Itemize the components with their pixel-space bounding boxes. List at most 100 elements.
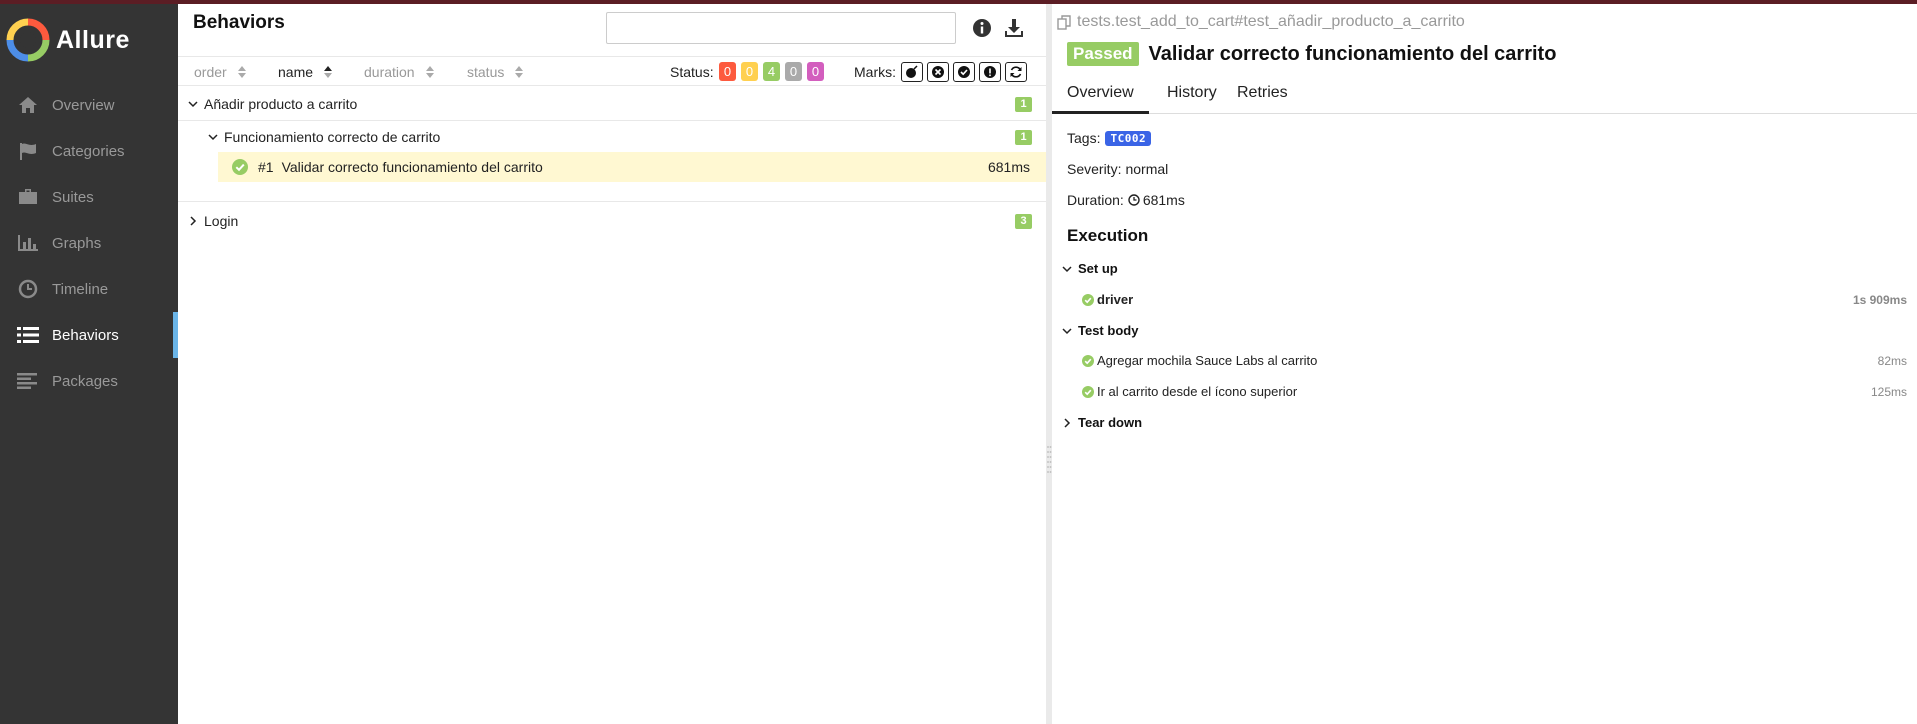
sidebar-item-behaviors[interactable]: Behaviors [0, 312, 178, 358]
stage-test-body[interactable]: Test body [1062, 323, 1138, 338]
flag-icon [16, 141, 40, 161]
mark-new-passed-toggle[interactable] [953, 62, 975, 82]
tags-label: Tags: [1067, 130, 1101, 146]
tab-retries[interactable]: Retries [1222, 76, 1303, 114]
bar-chart-icon [16, 233, 40, 253]
tree-group-login[interactable]: Login 3 [178, 204, 1046, 237]
tags-line: Tags: TC002 [1067, 130, 1152, 146]
test-name: Validar correcto funcionamiento del carr… [281, 159, 543, 175]
status-broken-toggle[interactable]: 0 [741, 62, 758, 81]
clock-icon [16, 279, 40, 299]
marks-filter-label: Marks: [854, 64, 896, 80]
status-unknown-toggle[interactable]: 0 [807, 62, 824, 81]
check-circle-icon [958, 66, 970, 78]
chevron-right-icon [1064, 417, 1071, 428]
sidebar-item-timeline[interactable]: Timeline [0, 266, 178, 312]
briefcase-icon [16, 187, 40, 207]
step-row[interactable]: Agregar mochila Sauce Labs al carrito 82… [1082, 353, 1907, 368]
sidebar-item-graphs[interactable]: Graphs [0, 220, 178, 266]
sort-duration-button[interactable]: duration [364, 64, 435, 80]
sidebar-item-packages[interactable]: Packages [0, 358, 178, 404]
tab-history[interactable]: History [1152, 76, 1232, 114]
mark-flaky-toggle[interactable] [901, 62, 923, 82]
mark-retries-toggle[interactable] [1005, 62, 1027, 82]
sort-icon [515, 66, 524, 78]
chevron-down-icon [1062, 265, 1072, 272]
test-detail-panel: tests.test_add_to_cart#test_añadir_produ… [1052, 4, 1917, 724]
status-passed-toggle[interactable]: 4 [763, 62, 780, 81]
stage-label: Tear down [1078, 415, 1143, 430]
count-badge: 1 [1015, 97, 1032, 112]
home-icon [16, 95, 40, 115]
step-duration: 125ms [1870, 384, 1907, 399]
test-duration: 681ms [987, 159, 1030, 175]
sidebar-item-label: Packages [52, 372, 118, 390]
sort-status-button[interactable]: status [467, 64, 524, 80]
tree-header: Behaviors [178, 4, 1046, 56]
test-title-line: Passed Validar correcto funcionamiento d… [1067, 42, 1556, 66]
status-failed-toggle[interactable]: 0 [719, 62, 736, 81]
test-full-name[interactable]: tests.test_add_to_cart#test_añadir_produ… [1057, 13, 1465, 31]
brand[interactable]: Allure [0, 4, 178, 76]
info-icon[interactable] [972, 18, 992, 38]
download-icon[interactable] [1004, 18, 1024, 38]
times-circle-icon [932, 66, 944, 78]
sidebar-item-label: Suites [52, 188, 94, 206]
passed-status-icon [1082, 293, 1094, 306]
severity-line: Severity: normal [1067, 161, 1168, 177]
search-input[interactable] [606, 12, 956, 44]
sidebar-item-label: Behaviors [52, 326, 119, 344]
behaviors-tree-panel: Behaviors order name duration status Sta… [178, 4, 1046, 724]
sidebar-item-label: Overview [52, 96, 115, 114]
sort-icon [237, 66, 246, 78]
group-label: Añadir producto a carrito [204, 95, 358, 112]
status-skipped-toggle[interactable]: 0 [785, 62, 802, 81]
sort-order-button[interactable]: order [194, 64, 247, 80]
chevron-down-icon [1062, 327, 1072, 334]
tag-badge: TC002 [1105, 130, 1152, 146]
sidebar: Allure Overview Categories Suites Graphs… [0, 4, 178, 724]
chevron-down-icon [208, 133, 218, 140]
sort-label: status [467, 64, 505, 80]
tab-overview[interactable]: Overview [1052, 76, 1149, 114]
count-badge: 3 [1015, 214, 1032, 229]
bomb-icon [906, 65, 918, 78]
group-label: Login [204, 212, 239, 229]
stage-setup[interactable]: Set up [1062, 261, 1118, 276]
tree-group-epic[interactable]: Añadir producto a carrito 1 [178, 87, 1046, 120]
sort-label: duration [364, 64, 415, 80]
tree-group-feature[interactable]: Funcionamiento correcto de carrito 1 [178, 120, 1046, 153]
copy-icon[interactable] [1057, 14, 1072, 30]
mark-new-broken-toggle[interactable] [979, 62, 1001, 82]
passed-status-icon [1082, 354, 1094, 367]
step-row[interactable]: driver 1s 909ms [1082, 292, 1907, 307]
test-result-row[interactable]: #1 Validar correcto funcionamiento del c… [218, 152, 1046, 182]
sort-name-button[interactable]: name [278, 64, 333, 80]
stage-teardown[interactable]: Tear down [1062, 415, 1142, 430]
sidebar-item-categories[interactable]: Categories [0, 128, 178, 174]
test-title: Validar correcto funcionamiento del carr… [1148, 42, 1557, 65]
passed-status-icon [1082, 385, 1094, 398]
clock-icon [1128, 194, 1140, 206]
detail-tabs: Overview History Retries [1052, 76, 1917, 114]
align-left-icon [16, 371, 40, 391]
duration-line: Duration: 681ms [1067, 192, 1185, 208]
sidebar-item-overview[interactable]: Overview [0, 82, 178, 128]
test-number: #1 [258, 159, 274, 175]
step-label: Ir al carrito desde el ícono superior [1097, 384, 1298, 399]
stage-label: Set up [1078, 261, 1118, 276]
stage-label: Test body [1078, 323, 1139, 338]
duration-label: Duration: [1067, 192, 1124, 208]
exclamation-circle-icon [984, 66, 996, 78]
allure-logo-icon [6, 18, 50, 62]
step-label: driver [1097, 292, 1134, 307]
list-icon [16, 325, 40, 345]
test-path-text: tests.test_add_to_cart#test_añadir_produ… [1077, 13, 1465, 30]
execution-heading: Execution [1067, 226, 1149, 245]
mark-new-failed-toggle[interactable] [927, 62, 949, 82]
sort-label: order [194, 64, 227, 80]
sort-bar: order name duration status Status: 0 0 4… [178, 56, 1046, 86]
step-duration: 1s 909ms [1852, 292, 1907, 307]
step-row[interactable]: Ir al carrito desde el ícono superior 12… [1082, 384, 1907, 399]
sidebar-item-suites[interactable]: Suites [0, 174, 178, 220]
